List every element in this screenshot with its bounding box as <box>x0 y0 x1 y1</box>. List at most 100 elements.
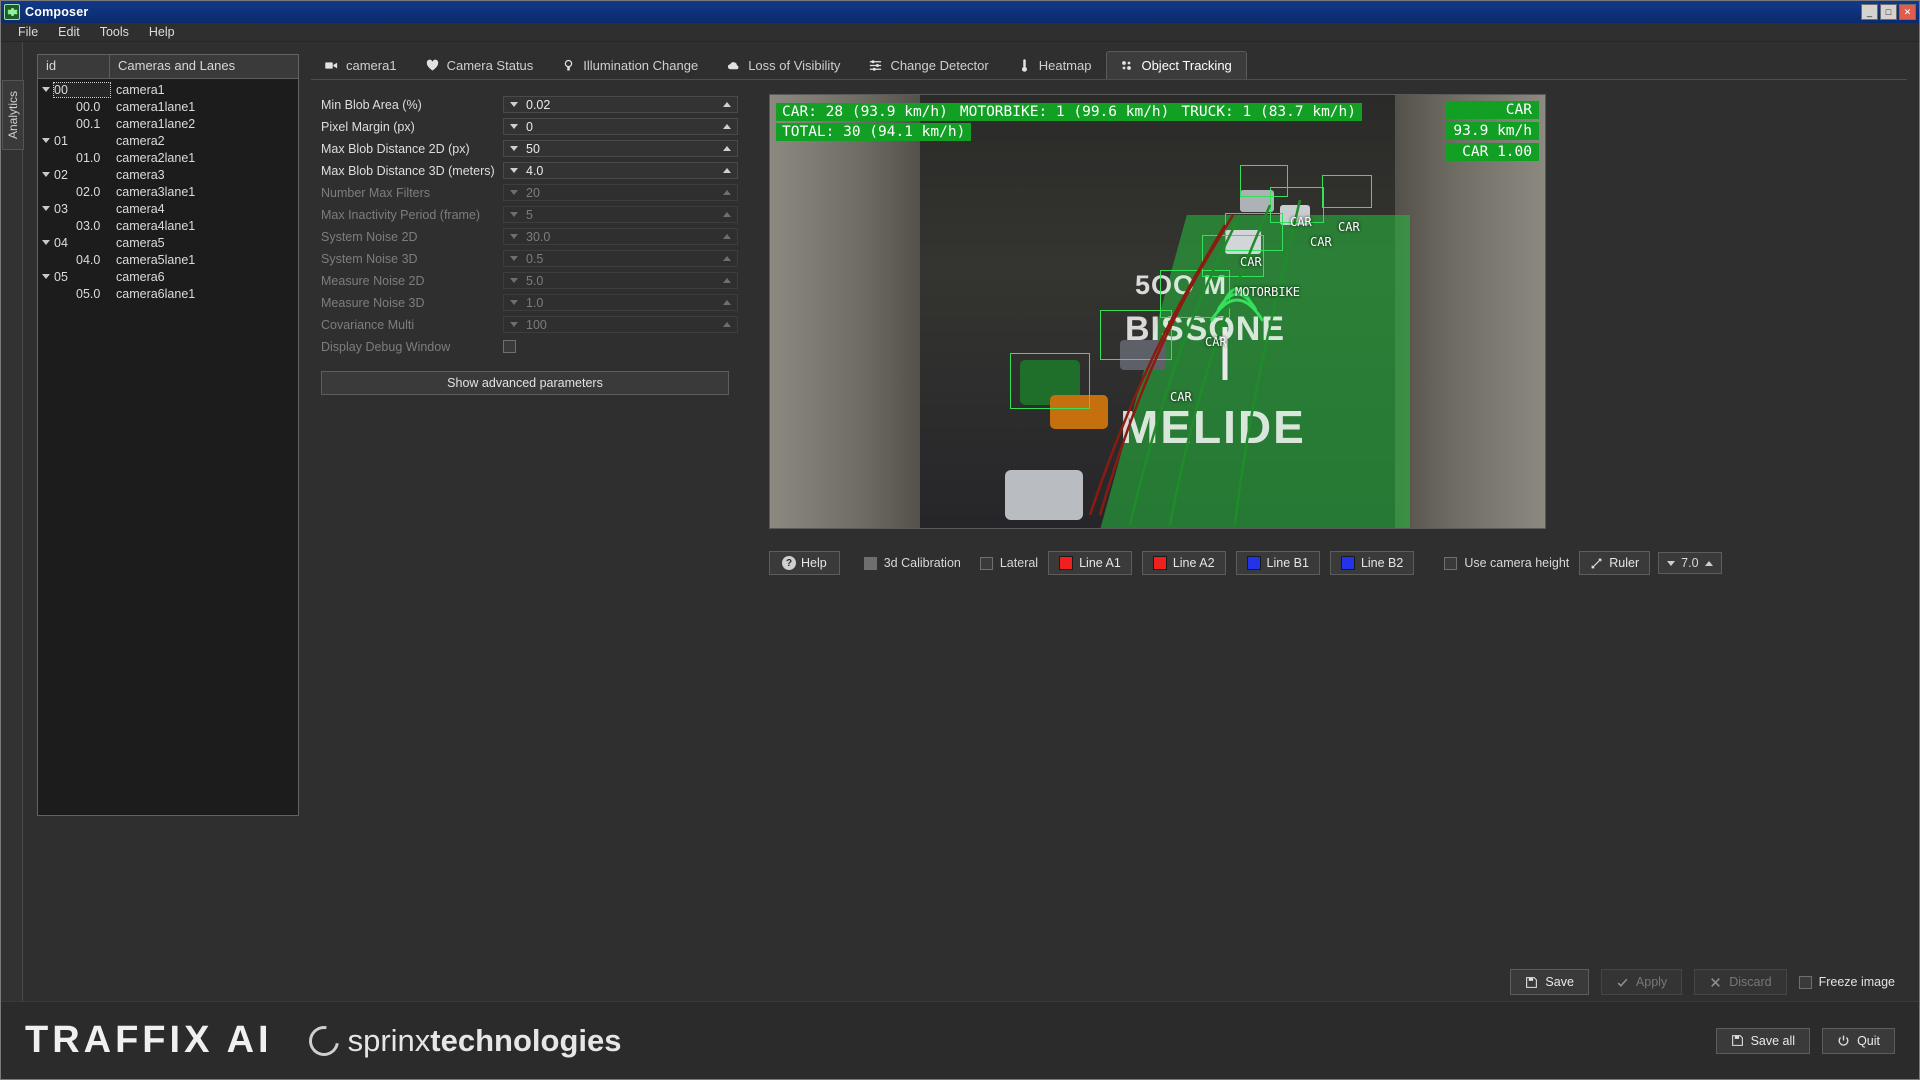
line-b1-button[interactable]: Line B1 <box>1235 551 1320 575</box>
save-button[interactable]: Save <box>1510 969 1589 995</box>
menu-help[interactable]: Help <box>140 24 184 40</box>
save-all-button[interactable]: Save all <box>1715 1027 1811 1054</box>
tree-row[interactable]: 02.0 camera3lane1 <box>38 183 298 200</box>
action-button-row: Save Apply Discard Freeze image <box>1510 969 1895 995</box>
line-b2-button[interactable]: Line B2 <box>1329 551 1415 575</box>
checkbox-lateral[interactable] <box>979 556 993 570</box>
cameras-and-lanes-panel: id Cameras and Lanes 00 camera1 00.0 camera… <box>37 54 299 816</box>
parameter-row: Measure Noise 3D 1.0 <box>321 292 751 314</box>
main-area: Analytics id Cameras and Lanes 00 camera1… <box>1 42 1919 1020</box>
parameter-spinner[interactable]: 0 <box>503 118 738 136</box>
show-advanced-parameters-button[interactable]: Show advanced parameters <box>321 371 729 396</box>
line-b2-label: Line B2 <box>1360 556 1404 570</box>
tree-row-label: camera3lane1 <box>116 184 196 199</box>
parameter-label: Number Max Filters <box>321 185 431 200</box>
parameter-row: System Noise 2D 30.0 <box>321 226 751 248</box>
checkbox-3d-calibration[interactable] <box>863 556 877 570</box>
maximize-button[interactable]: □ <box>1880 4 1897 20</box>
tree-row-id: 00.0 <box>76 99 101 114</box>
expand-caret-icon[interactable] <box>38 274 54 279</box>
parameter-spinner[interactable]: 4.0 <box>503 162 738 180</box>
trajectory-overlay <box>1088 199 1302 526</box>
object-info-chip: CAR 1.00 <box>1446 143 1539 161</box>
detection-statistics-overlay: CAR: 28 (93.9 km/h) MOTORBIKE: 1 (99.6 km… <box>776 103 1545 143</box>
tab-loss-of-visibility[interactable]: Loss of Visibility <box>713 51 855 79</box>
cross-icon <box>1711 977 1721 987</box>
expand-caret-icon[interactable] <box>38 87 54 92</box>
tree-row[interactable]: 04 camera5 <box>38 234 298 251</box>
tab-heatmap[interactable]: Heatmap <box>1004 51 1107 79</box>
line-a1-button[interactable]: Line A1 <box>1048 551 1132 575</box>
parameter-spinner: 5.0 <box>503 272 738 290</box>
checkbox-display-debug-window[interactable] <box>503 340 516 354</box>
tab-camera-status[interactable]: Camera Status <box>412 51 549 79</box>
tree-row[interactable]: 04.0 camera5lane1 <box>38 251 298 268</box>
expand-caret-icon[interactable] <box>38 138 54 143</box>
tree-row[interactable]: 00.0 camera1lane1 <box>38 98 298 115</box>
tree-row[interactable]: 03.0 camera4lane1 <box>38 217 298 234</box>
menu-bar: File Edit Tools Help <box>1 23 1919 42</box>
expand-caret-icon[interactable] <box>38 206 54 211</box>
tree-row[interactable]: 01.0 camera2lane1 <box>38 149 298 166</box>
menu-tools[interactable]: Tools <box>91 24 138 40</box>
parameter-spinner: 1.0 <box>503 294 738 312</box>
tab-object-tracking[interactable]: Object Tracking <box>1106 51 1247 79</box>
checkbox-freeze-image[interactable] <box>1798 975 1812 989</box>
chevron-down-icon <box>510 146 518 152</box>
ruler-value: 7.0 <box>1681 556 1699 570</box>
parameter-value: 4.0 <box>526 163 544 178</box>
tree-row-label: camera3 <box>116 167 165 182</box>
tree-row-id: 03 <box>54 201 68 216</box>
expand-caret-icon[interactable] <box>38 172 54 177</box>
app-gear-icon <box>4 4 20 20</box>
tree-row[interactable]: 05 camera6 <box>38 268 298 285</box>
parameter-row: Max Inactivity Period (frame) 5 <box>321 204 751 226</box>
menu-edit[interactable]: Edit <box>49 24 89 40</box>
ruler-button[interactable]: Ruler <box>1579 551 1651 575</box>
tab-label: Illumination Change <box>583 58 699 73</box>
power-icon <box>1838 1035 1849 1046</box>
tree-row-label: camera4 <box>116 201 165 216</box>
parameter-spinner: 30.0 <box>503 228 738 246</box>
quit-label: Quit <box>1857 1033 1880 1048</box>
detection-stat-line: CAR: 28 (93.9 km/h) <box>776 103 954 121</box>
checkbox-use-camera-height[interactable] <box>1444 556 1458 570</box>
line-a2-button[interactable]: Line A2 <box>1141 551 1226 575</box>
ruler-value-spinner[interactable]: 7.0 <box>1658 552 1722 574</box>
parameter-label: Max Blob Distance 2D (px) <box>321 141 470 156</box>
label-lateral: Lateral <box>999 556 1039 570</box>
menu-file[interactable]: File <box>9 24 47 40</box>
tree-body[interactable]: 00 camera1 00.0 camera1lane1 00.1 camera1lane… <box>38 79 298 815</box>
line-b1-label: Line B1 <box>1266 556 1309 570</box>
tab-camera1[interactable]: camera1 <box>311 51 412 79</box>
expand-caret-icon[interactable] <box>38 240 54 245</box>
discard-button[interactable]: Discard <box>1694 969 1787 995</box>
tab-content-object-tracking: Min Blob Area (%) 0.02 Pixel Margin (px) 0 M… <box>311 80 1907 1020</box>
parameter-label: Measure Noise 3D <box>321 295 425 310</box>
tab-illumination-change[interactable]: Illumination Change <box>548 51 713 79</box>
quit-button[interactable]: Quit <box>1822 1027 1895 1054</box>
tab-change-detector[interactable]: Change Detector <box>855 51 1003 79</box>
tree-row[interactable]: 00.1 camera1lane2 <box>38 115 298 132</box>
parameter-spinner[interactable]: 50 <box>503 140 738 158</box>
tab-label: Loss of Visibility <box>748 58 841 73</box>
tree-row[interactable]: 01 camera2 <box>38 132 298 149</box>
chevron-up-icon <box>723 190 731 196</box>
close-button[interactable]: ✕ <box>1899 4 1916 20</box>
minimize-button[interactable]: _ <box>1861 4 1878 20</box>
tree-row[interactable]: 00 camera1 <box>38 81 298 98</box>
parameter-spinner[interactable]: 0.02 <box>503 96 738 114</box>
apply-button[interactable]: Apply <box>1600 969 1683 995</box>
lightbulb-icon <box>565 59 573 71</box>
parameter-label: System Noise 2D <box>321 229 418 244</box>
video-camera-icon <box>325 62 338 69</box>
tree-row-id: 00 <box>53 81 111 98</box>
help-button[interactable]: ? Help <box>769 551 840 575</box>
tree-row[interactable]: 05.0 camera6lane1 <box>38 285 298 302</box>
selected-object-overlay: CAR 93.9 km/h CAR 1.00 <box>1446 101 1539 164</box>
tree-row[interactable]: 03 camera4 <box>38 200 298 217</box>
vertical-tab-analytics[interactable]: Analytics <box>2 80 24 151</box>
label-3d-calibration: 3d Calibration <box>883 556 961 570</box>
tree-row[interactable]: 02 camera3 <box>38 166 298 183</box>
video-preview[interactable]: 5OO M BISSONE MELIDE CAR CAR CAR CAR CAR… <box>769 94 1546 529</box>
